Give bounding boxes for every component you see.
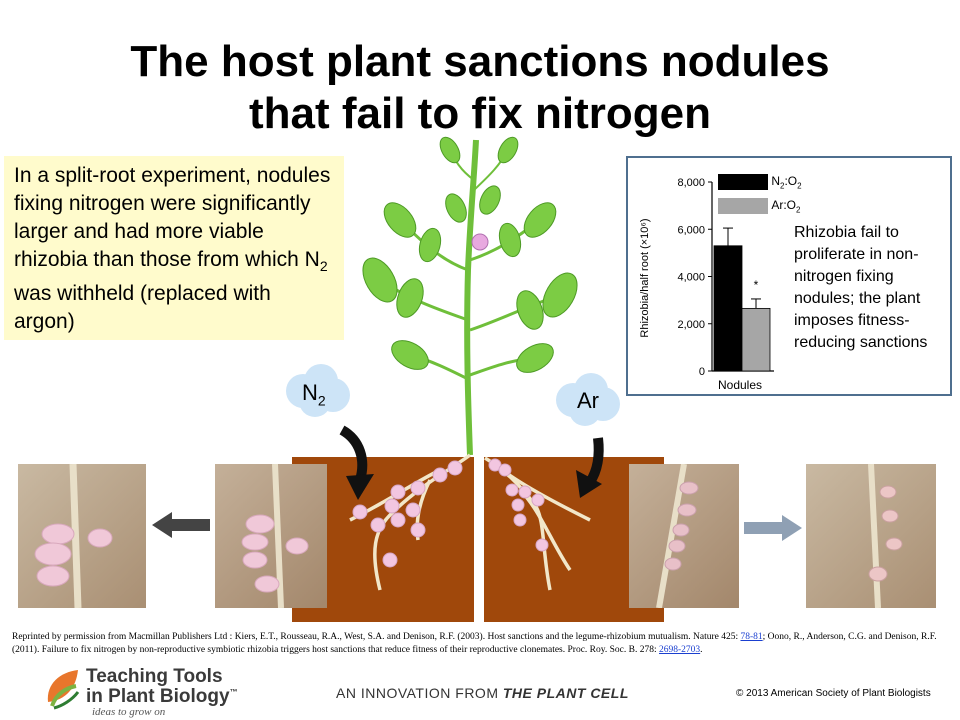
teaching-tools-logo: Teaching Tools in Plant Biology™ ideas t… bbox=[42, 664, 282, 718]
nodule bbox=[535, 538, 549, 552]
legend-swatch-n2o2 bbox=[718, 174, 768, 191]
nodule bbox=[513, 513, 527, 527]
logo-line-2: in Plant Biology™ bbox=[86, 686, 238, 708]
nodule bbox=[447, 460, 463, 476]
significance-asterisk: * bbox=[754, 278, 759, 292]
photo-n2-nodules-closeup bbox=[18, 464, 146, 608]
y-tick-label: 8,000 bbox=[677, 177, 705, 189]
reference-text-1: Reprinted by permission from Macmillan P… bbox=[12, 632, 741, 642]
y-tick-label: 0 bbox=[699, 366, 705, 378]
reference-link-proc-roy-soc[interactable]: 2698-2703 bbox=[659, 645, 700, 655]
legend-n2o2-b: :O bbox=[784, 174, 798, 188]
nodule bbox=[511, 498, 525, 512]
logo-trademark: ™ bbox=[229, 687, 238, 697]
legend-n2o2-sub2: 2 bbox=[797, 181, 802, 191]
logo-tagline: ideas to grow on bbox=[92, 706, 166, 718]
photo-ar-nodules bbox=[629, 464, 739, 608]
bar-aro2 bbox=[741, 307, 771, 372]
nodule bbox=[518, 485, 532, 499]
nodule bbox=[410, 522, 426, 538]
legend-item-aro2: Ar:O2 bbox=[718, 198, 802, 216]
nodule bbox=[410, 480, 426, 496]
leaf bbox=[516, 343, 554, 373]
leaf bbox=[498, 222, 522, 258]
logo-line-1: Teaching Tools bbox=[86, 666, 223, 687]
reference-text-3: . bbox=[700, 645, 703, 655]
y-tick-label: 2,000 bbox=[677, 319, 705, 331]
ar-label: Ar bbox=[577, 388, 599, 413]
bar-n2o2 bbox=[713, 245, 743, 372]
nodule bbox=[505, 483, 519, 497]
title-line-1: The host plant sanctions nodules bbox=[130, 37, 830, 86]
leaf bbox=[523, 202, 557, 238]
photo-ar-nodules-closeup bbox=[806, 464, 936, 608]
leaf-logo-icon bbox=[47, 670, 80, 710]
pea-flower bbox=[471, 233, 489, 251]
legend-label-aro2: Ar:O2 bbox=[771, 198, 801, 215]
chart-caption: Rhizobia fail to proliferate in non-nitr… bbox=[794, 224, 928, 351]
arrow-right bbox=[744, 515, 802, 541]
n2-label-sub: 2 bbox=[317, 392, 326, 409]
legend-aro2-a: Ar:O bbox=[771, 198, 797, 212]
plant-stem bbox=[464, 139, 479, 456]
reference-citation: Reprinted by permission from Macmillan P… bbox=[12, 631, 952, 657]
n2-label-main: N bbox=[302, 380, 318, 405]
nodule bbox=[390, 512, 406, 528]
nodule bbox=[352, 504, 368, 520]
leaf bbox=[418, 227, 442, 263]
y-tick-label: 6,000 bbox=[677, 224, 705, 236]
innovation-statement: AN INNOVATION FROM THE PLANT CELL bbox=[336, 685, 629, 701]
innovation-brand: THE PLANT CELL bbox=[502, 685, 629, 701]
n2-label: N2 bbox=[302, 380, 326, 408]
leaf bbox=[445, 193, 467, 223]
leaf bbox=[396, 278, 424, 318]
leaf bbox=[391, 340, 429, 370]
nodule bbox=[384, 498, 400, 514]
nodule bbox=[405, 502, 421, 518]
nodule bbox=[498, 463, 512, 477]
leaf bbox=[497, 136, 519, 164]
copyright: © 2013 American Society of Plant Biologi… bbox=[736, 688, 931, 699]
y-tick-label: 4,000 bbox=[677, 272, 705, 284]
y-axis-label: Rhizobia/half root (×10⁶) bbox=[639, 218, 651, 337]
nodule bbox=[531, 493, 545, 507]
legend-swatch-aro2 bbox=[718, 198, 768, 215]
leaf bbox=[479, 185, 501, 215]
nodule bbox=[432, 467, 448, 483]
photo-n2-nodules bbox=[215, 464, 327, 608]
arrow-left bbox=[152, 512, 210, 538]
legend: N2:O2 Ar:O2 bbox=[718, 174, 802, 216]
x-axis-label: Nodules bbox=[718, 378, 762, 392]
reference-link-nature[interactable]: 78-81 bbox=[740, 632, 762, 642]
legend-n2o2-a: N bbox=[771, 174, 781, 188]
leaf bbox=[439, 136, 461, 164]
legend-item-n2o2: N2:O2 bbox=[718, 174, 802, 192]
legend-aro2-sub: 2 bbox=[796, 205, 801, 215]
experiment-text-b: was withheld (replaced with argon) bbox=[14, 282, 271, 334]
leaf bbox=[516, 290, 544, 330]
legend-label-n2o2: N2:O2 bbox=[771, 174, 802, 191]
nodule bbox=[370, 517, 386, 533]
nodule bbox=[382, 552, 398, 568]
innovation-prefix: AN INNOVATION FROM bbox=[336, 685, 503, 701]
logo-line-2-text: in Plant Biology bbox=[86, 686, 230, 707]
nodule bbox=[390, 484, 406, 500]
